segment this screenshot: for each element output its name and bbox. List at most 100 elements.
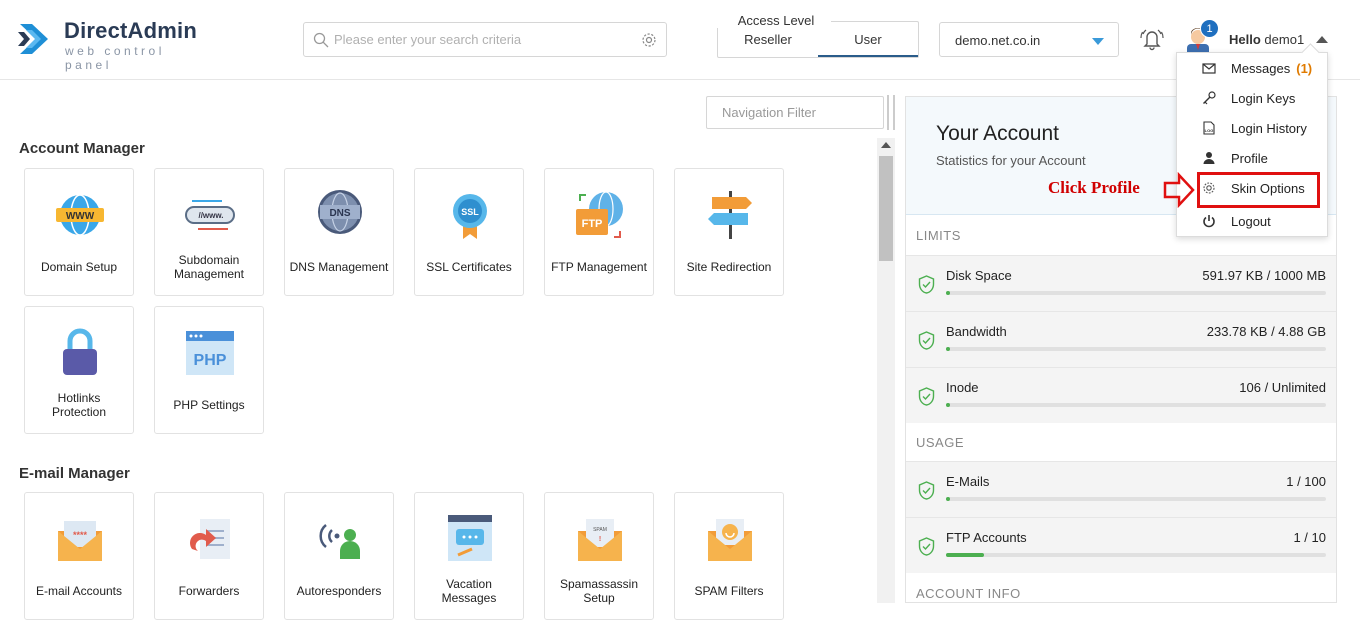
filter-resize-handle[interactable] <box>887 95 895 130</box>
section-title-account-manager: Account Manager <box>19 140 145 157</box>
annotation-text: Click Profile <box>1048 178 1140 197</box>
stat-disk-space: Disk Space 591.97 KB / 1000 MB <box>906 255 1336 311</box>
notification-badge: 1 <box>1200 19 1219 38</box>
bell-icon[interactable] <box>1139 26 1165 52</box>
shield-check-icon <box>918 387 935 406</box>
tile-dns-management[interactable]: DNS DNS Management <box>284 168 394 296</box>
stat-name: E-Mails <box>946 474 990 489</box>
key-icon <box>1203 91 1216 105</box>
envelope-icon <box>1202 63 1216 74</box>
menu-item-label: Logout <box>1231 214 1271 229</box>
tile-subdomain-management[interactable]: //www. Subdomain Management <box>154 168 264 296</box>
access-level-switch: Access Level Reseller User <box>717 12 919 58</box>
tile-ftp-management[interactable]: FTP FTP Management <box>544 168 654 296</box>
tile-label: Site Redirection <box>686 260 772 274</box>
domain-select[interactable]: demo.net.co.in <box>939 22 1119 57</box>
directadmin-logo[interactable]: DirectAdmin web control panel <box>18 18 218 72</box>
email-password-icon: **** <box>58 521 102 561</box>
stat-name: Disk Space <box>946 268 1012 283</box>
tile-label: PHP Settings <box>173 398 245 412</box>
logo-title: DirectAdmin <box>64 18 197 43</box>
tile-label: SSL Certificates <box>426 260 512 274</box>
stat-value: 1 / 100 <box>1286 474 1326 489</box>
tile-php-settings[interactable]: PHP PHP Settings <box>154 306 264 434</box>
chevron-down-icon <box>1092 38 1104 45</box>
progress-fill <box>946 291 950 295</box>
scrollbar-thumb[interactable] <box>879 156 893 261</box>
annotation-arrow-icon <box>1163 172 1195 208</box>
tile-vacation-messages[interactable]: Vacation Messages <box>414 492 524 620</box>
search-icon <box>313 32 329 48</box>
stat-value: 106 / Unlimited <box>1239 380 1326 395</box>
forward-document-icon <box>190 519 230 559</box>
tile-spamassassin-setup[interactable]: SPAM ! Spamassassin Setup <box>544 492 654 620</box>
menu-item-logout[interactable]: Logout <box>1177 206 1327 236</box>
username: demo1 <box>1264 32 1305 47</box>
menu-item-profile[interactable]: Profile <box>1177 143 1327 173</box>
domain-select-value: demo.net.co.in <box>955 33 1041 48</box>
tile-email-accounts[interactable]: **** E-mail Accounts <box>24 492 134 620</box>
messages-count: (1) <box>1296 61 1313 76</box>
stat-value: 591.97 KB / 1000 MB <box>1202 268 1326 283</box>
panel-subtitle: Statistics for your Account <box>936 153 1086 168</box>
account-info-heading: ACCOUNT INFO <box>916 586 1021 601</box>
svg-text:****: **** <box>73 530 88 540</box>
dns-globe-icon: DNS <box>318 190 362 234</box>
search-settings-icon[interactable] <box>641 32 657 48</box>
tile-hotlinks-protection[interactable]: Hotlinks Protection <box>24 306 134 434</box>
global-search <box>303 22 667 57</box>
stat-emails: E-Mails 1 / 100 <box>906 461 1336 517</box>
shield-check-icon <box>918 537 935 556</box>
progress-fill <box>946 347 950 351</box>
chevron-up-icon[interactable] <box>1316 36 1328 43</box>
progress-fill <box>946 553 984 557</box>
search-input[interactable] <box>334 23 634 56</box>
stat-name: Inode <box>946 380 979 395</box>
broadcast-user-icon <box>319 524 360 559</box>
ssl-badge-icon: SSL <box>453 194 487 239</box>
tile-label: Spamassassin Setup <box>559 577 639 605</box>
shield-check-icon <box>918 481 935 500</box>
tile-label: SPAM Filters <box>694 584 764 598</box>
main-content: Account Manager WWW Domain Setup //www. … <box>0 80 895 620</box>
menu-item-label: Login Keys <box>1231 91 1296 106</box>
subdomain-icon: //www. <box>185 200 235 230</box>
signpost-icon <box>708 191 752 239</box>
stat-value: 1 / 10 <box>1293 530 1326 545</box>
access-tab-user[interactable]: User <box>818 32 918 47</box>
progress-fill <box>946 497 950 501</box>
tile-label: DNS Management <box>289 260 389 274</box>
tile-ssl-certificates[interactable]: SSL SSL Certificates <box>414 168 524 296</box>
vacation-message-icon <box>448 515 492 561</box>
shield-check-icon <box>918 331 935 350</box>
tile-label: Vacation Messages <box>441 577 497 605</box>
access-tab-reseller[interactable]: Reseller <box>718 32 818 47</box>
menu-item-messages[interactable]: Messages (1) <box>1177 53 1327 83</box>
tile-spam-filters[interactable]: SPAM Filters <box>674 492 784 620</box>
menu-item-login-keys[interactable]: Login Keys <box>1177 83 1327 113</box>
logo-mark-icon <box>18 24 48 54</box>
navigation-filter-input[interactable] <box>707 97 883 128</box>
tile-domain-setup[interactable]: WWW Domain Setup <box>24 168 134 296</box>
progress-bar <box>946 347 1326 351</box>
content-scrollbar[interactable] <box>877 138 895 603</box>
tile-label: E-mail Accounts <box>35 584 123 598</box>
tile-site-redirection[interactable]: Site Redirection <box>674 168 784 296</box>
log-icon: LOG <box>1203 121 1215 135</box>
menu-item-login-history[interactable]: LOG Login History <box>1177 113 1327 143</box>
tile-autoresponders[interactable]: Autoresponders <box>284 492 394 620</box>
progress-fill <box>946 403 950 407</box>
tile-forwarders[interactable]: Forwarders <box>154 492 264 620</box>
annotation-highlight-box <box>1197 172 1320 208</box>
user-greeting[interactable]: Hello demo1 <box>1229 32 1304 47</box>
svg-text:LOG: LOG <box>1205 128 1214 133</box>
progress-bar <box>946 291 1326 295</box>
tile-label: Subdomain Management <box>173 253 245 281</box>
stat-value: 233.78 KB / 4.88 GB <box>1206 324 1326 339</box>
tile-label: Hotlinks Protection <box>51 391 107 419</box>
scroll-up-arrow-icon[interactable] <box>881 142 891 148</box>
menu-item-label: Messages <box>1231 61 1291 76</box>
stat-name: FTP Accounts <box>946 530 1027 545</box>
stat-ftp-accounts: FTP Accounts 1 / 10 <box>906 517 1336 573</box>
progress-bar <box>946 403 1326 407</box>
